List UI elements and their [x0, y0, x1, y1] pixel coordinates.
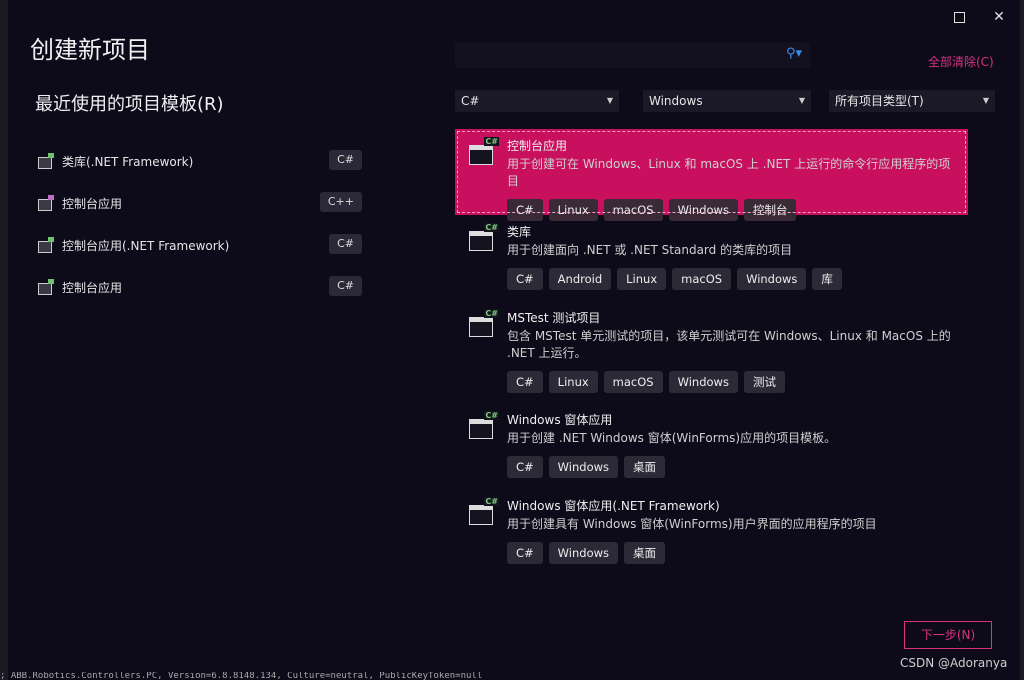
template-description: 包含 MSTest 单元测试的项目，该单元测试可在 Windows、Linux … [507, 329, 951, 360]
tag: Windows [737, 268, 807, 290]
class-library-icon [38, 153, 54, 169]
next-button[interactable]: 下一步(N) [904, 621, 992, 649]
recent-templates-title: 最近使用的项目模板(R) [35, 94, 224, 115]
tag: Windows [548, 456, 619, 478]
template-title: 类库 [507, 225, 532, 239]
maximize-icon [953, 12, 965, 23]
tag: C# [507, 268, 543, 290]
template-item-console-app[interactable]: C# 控制台应用 用于创建可在 Windows、Linux 和 macOS 上 … [455, 129, 968, 221]
background-output-text: ; ABB.Robotics.Controllers.PC, Version=6… [0, 672, 483, 680]
template-description: 用于创建可在 Windows、Linux 和 macOS 上 .NET 上运行的… [507, 157, 951, 188]
template-tags: C# Windows 桌面 [507, 542, 958, 566]
template-item-mstest[interactable]: C# MSTest 测试项目 包含 MSTest 单元测试的项目，该单元测试可在… [455, 301, 968, 403]
tag: macOS [672, 268, 732, 290]
template-title: Windows 窗体应用 [507, 413, 613, 427]
recent-template-label: 控制台应用(.NET Framework) [62, 238, 230, 253]
recent-templates-list: 类库(.NET Framework) C# 控制台应用 C++ 控制台应用(.N… [38, 140, 368, 308]
recent-template-item[interactable]: 类库(.NET Framework) C# [38, 140, 368, 182]
platform-filter-dropdown[interactable]: Windows ▼ [643, 90, 811, 112]
template-title: 控制台应用 [507, 139, 568, 153]
language-badge: C# [329, 150, 362, 170]
background-window-edge [0, 0, 8, 680]
tag: Linux [617, 268, 667, 290]
console-app-icon [38, 237, 54, 253]
clear-all-link[interactable]: 全部清除(C) [928, 53, 994, 70]
template-description: 用于创建 .NET Windows 窗体(WinForms)应用的项目模板。 [507, 431, 837, 445]
recent-template-item[interactable]: 控制台应用 C++ [38, 182, 368, 224]
language-badge: C# [329, 234, 362, 254]
template-item-class-library[interactable]: C# 类库 用于创建面向 .NET 或 .NET Standard 的类库的项目… [455, 215, 968, 301]
console-app-icon: C# [469, 137, 499, 167]
test-flask-icon: C# [469, 309, 499, 339]
tag: macOS [603, 371, 663, 393]
template-description: 用于创建具有 Windows 窗体(WinForms)用户界面的应用程序的项目 [507, 517, 877, 531]
tag: C# [507, 371, 543, 393]
page-title: 创建新项目 [30, 36, 150, 64]
tag: 桌面 [624, 456, 666, 478]
tag: Linux [548, 371, 598, 393]
chevron-down-icon: ▼ [606, 96, 613, 105]
tag: 桌面 [624, 542, 666, 564]
tag: 库 [812, 268, 842, 290]
search-input[interactable]: ⚲▾ [455, 42, 810, 68]
close-icon: ✕ [993, 9, 1005, 25]
background-window-edge-right [1020, 0, 1024, 680]
template-title: MSTest 测试项目 [507, 311, 601, 325]
windows-form-icon: C# [469, 497, 499, 527]
project-type-filter-value: 所有项目类型(T) [835, 94, 924, 108]
template-tags: C# Android Linux macOS Windows 库 [507, 268, 958, 292]
tag: C# [507, 456, 543, 478]
template-description: 用于创建面向 .NET 或 .NET Standard 的类库的项目 [507, 243, 793, 257]
tag: C# [507, 542, 543, 564]
template-title: Windows 窗体应用(.NET Framework) [507, 499, 720, 513]
template-item-winforms[interactable]: C# Windows 窗体应用 用于创建 .NET Windows 窗体(Win… [455, 403, 968, 489]
maximize-button[interactable] [948, 8, 970, 26]
close-button[interactable]: ✕ [988, 8, 1010, 26]
template-list: C# 控制台应用 用于创建可在 Windows、Linux 和 macOS 上 … [455, 129, 968, 575]
windows-form-icon: C# [469, 411, 499, 441]
console-app-icon [38, 279, 54, 295]
recent-template-item[interactable]: 控制台应用 C# [38, 266, 368, 308]
tag: Windows [548, 542, 619, 564]
tag: Android [548, 268, 612, 290]
template-tags: C# Windows 桌面 [507, 456, 958, 480]
watermark-text: CSDN @Adoranya [900, 656, 1008, 670]
template-item-winforms-framework[interactable]: C# Windows 窗体应用(.NET Framework) 用于创建具有 W… [455, 489, 968, 575]
recent-template-label: 控制台应用 [62, 280, 123, 295]
project-type-filter-dropdown[interactable]: 所有项目类型(T) ▼ [829, 90, 995, 112]
search-icon[interactable]: ⚲▾ [786, 46, 802, 61]
tag: Windows [668, 371, 738, 393]
recent-template-label: 类库(.NET Framework) [62, 154, 194, 169]
language-filter-dropdown[interactable]: C# ▼ [455, 90, 619, 112]
language-badge: C++ [319, 192, 362, 212]
language-filter-value: C# [461, 94, 480, 108]
console-app-icon [38, 195, 54, 211]
chevron-down-icon: ▼ [798, 96, 805, 105]
platform-filter-value: Windows [649, 94, 703, 108]
class-library-icon: C# [469, 223, 499, 253]
chevron-down-icon: ▼ [982, 96, 989, 105]
tag: 测试 [743, 371, 785, 393]
recent-template-item[interactable]: 控制台应用(.NET Framework) C# [38, 224, 368, 266]
language-badge: C# [329, 276, 362, 296]
recent-template-label: 控制台应用 [62, 196, 123, 211]
template-tags: C# Linux macOS Windows 测试 [507, 371, 958, 395]
